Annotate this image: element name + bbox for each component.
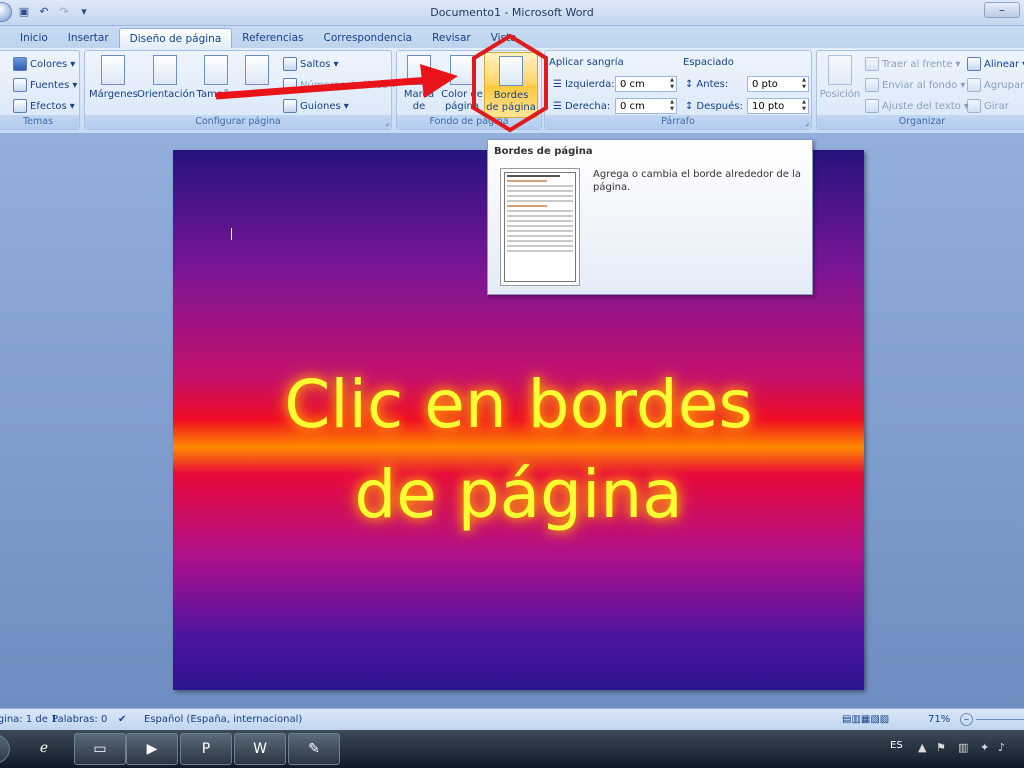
status-page[interactable]: Página: 1 de 1 bbox=[0, 714, 57, 725]
language-indicator[interactable]: ES bbox=[890, 740, 903, 751]
paint-icon[interactable]: ✎ bbox=[288, 733, 340, 765]
annotation-arrow-head bbox=[420, 64, 458, 98]
action-center-icon[interactable]: ⚑ bbox=[936, 741, 946, 754]
status-bar: Página: 1 de 1 Palabras: 0 ✔ Español (Es… bbox=[0, 708, 1024, 730]
view-buttons[interactable]: ▤▥▦▧▨ bbox=[842, 714, 889, 725]
status-words[interactable]: Palabras: 0 bbox=[52, 714, 107, 725]
word-icon[interactable]: W bbox=[234, 733, 286, 765]
annotation-overlay bbox=[215, 33, 548, 133]
powerpoint-icon[interactable]: P bbox=[180, 733, 232, 765]
volume-icon[interactable]: ♪ bbox=[998, 741, 1005, 754]
proofing-icon[interactable]: ✔ bbox=[118, 714, 126, 725]
status-language[interactable]: Español (España, internacional) bbox=[144, 714, 302, 725]
start-button[interactable]: ◉ bbox=[0, 733, 10, 765]
annotation-arrow-line bbox=[215, 76, 431, 100]
power-icon[interactable]: ✦ bbox=[980, 741, 989, 754]
tray-expand-icon[interactable]: ▲ bbox=[918, 741, 926, 754]
zoom-slider[interactable] bbox=[976, 719, 1024, 720]
zoom-level[interactable]: 71% bbox=[928, 714, 950, 725]
file-explorer-icon[interactable]: ▭ bbox=[74, 733, 126, 765]
internet-explorer-icon[interactable]: ℯ bbox=[18, 733, 70, 765]
zoom-out-button[interactable]: – bbox=[960, 713, 973, 726]
media-player-icon[interactable]: ▶ bbox=[126, 733, 178, 765]
network-icon[interactable]: ▥ bbox=[958, 741, 968, 754]
annotation-hexagon bbox=[472, 33, 548, 133]
taskbar: ◉ ℯ ▭ ▶ P W ✎ ES ▲ ⚑ ▥ ✦ ♪ bbox=[0, 730, 1024, 768]
